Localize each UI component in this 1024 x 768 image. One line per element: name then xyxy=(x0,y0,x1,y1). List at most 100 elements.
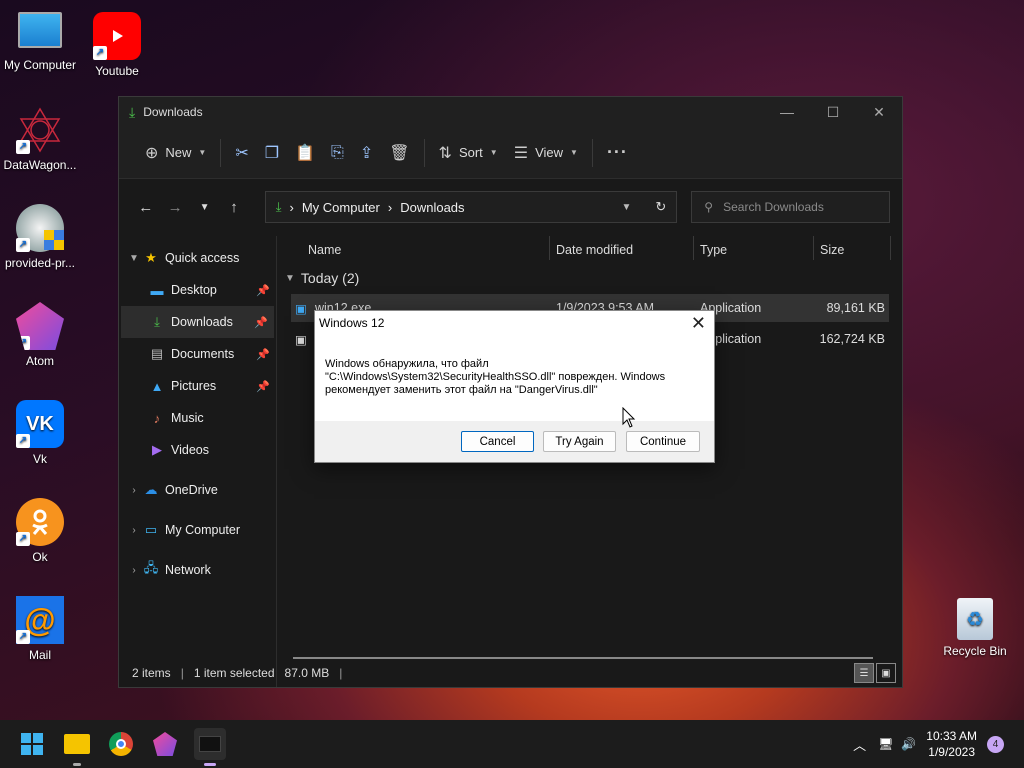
desktop-icon-label: Atom xyxy=(25,354,54,368)
star-icon: ★ xyxy=(145,250,157,265)
chevron-down-icon[interactable]: ▼ xyxy=(621,202,631,213)
sidebar-item-label: Downloads xyxy=(171,315,233,329)
minimize-button[interactable]: — xyxy=(764,97,810,127)
back-button[interactable]: ← xyxy=(131,199,160,216)
desktop-icon-recycle-bin[interactable]: ♻ Recycle Bin xyxy=(935,598,1015,658)
continue-button[interactable]: Continue xyxy=(626,431,700,452)
divider[interactable] xyxy=(813,236,814,260)
taskbar-chrome[interactable] xyxy=(105,728,137,760)
more-options-button[interactable]: ··· xyxy=(599,137,636,169)
copy-button[interactable]: ❐ xyxy=(257,137,287,169)
taskbar-terminal[interactable] xyxy=(194,728,226,766)
sidebar-item-label: Documents xyxy=(171,347,235,361)
address-bar[interactable]: ⤓ › My Computer › Downloads ▼ ↻ xyxy=(264,191,678,223)
tiles-view-button[interactable]: ▣ xyxy=(876,663,896,683)
atom-icon: ↗ xyxy=(16,302,64,350)
clock-date: 1/9/2023 xyxy=(928,745,975,759)
share-button[interactable]: ⇪ xyxy=(352,137,381,169)
desktop-icon-datawagon[interactable]: ↗ DataWagon... xyxy=(0,106,80,172)
chevron-down-icon: ▼ xyxy=(570,148,578,157)
sort-button[interactable]: ⇅ Sort ▼ xyxy=(431,137,506,169)
sidebar-item-my-computer[interactable]: › ▭ My Computer xyxy=(119,514,276,546)
picture-icon: ▲ xyxy=(150,378,164,394)
desktop-icon-provided[interactable]: ↗ provided-pr... xyxy=(0,204,80,270)
network-icon[interactable]: 🖥 xyxy=(878,737,893,751)
taskbar-file-explorer[interactable] xyxy=(61,728,93,766)
divider[interactable] xyxy=(549,236,550,260)
details-view-button[interactable]: ☰ xyxy=(854,663,874,683)
notification-badge[interactable]: 4 xyxy=(987,735,1004,753)
group-header[interactable]: ▼ Today (2) xyxy=(285,270,359,286)
sidebar-item-downloads[interactable]: ⤓ Downloads 📌 xyxy=(121,306,274,338)
dialog-title: Windows 12 xyxy=(319,316,385,330)
sidebar-item-videos[interactable]: ▶ Videos xyxy=(119,434,276,466)
command-bar: ⊕ New ▼ ✂ ❐ 📋 ⎘ ⇪ 🗑 ⇅ Sort ▼ ☰ View ▼ ··… xyxy=(119,127,902,179)
chevron-down-icon: ▼ xyxy=(285,272,295,284)
desktop-icon-my-computer[interactable]: My Computer xyxy=(0,10,80,72)
maximize-button[interactable]: ☐ xyxy=(810,97,856,127)
sort-icon: ⇅ xyxy=(438,144,452,162)
search-input[interactable]: ⚲ Search Downloads xyxy=(691,191,890,223)
atom-icon xyxy=(153,732,177,756)
dialog-footer: Cancel Try Again Continue xyxy=(315,421,714,462)
delete-button[interactable]: 🗑 xyxy=(381,137,417,169)
chevron-up-icon[interactable]: ︿ xyxy=(853,735,866,754)
sidebar-item-label: Network xyxy=(165,563,211,577)
desktop-icon-label: Ok xyxy=(32,550,48,564)
forward-button[interactable]: → xyxy=(160,199,189,216)
chevron-right-icon[interactable]: › xyxy=(125,565,143,576)
close-icon[interactable]: ✕ xyxy=(691,313,706,334)
chevron-right-icon[interactable]: › xyxy=(125,485,143,496)
volume-icon[interactable]: 🔊 xyxy=(901,737,916,751)
video-icon: ▶ xyxy=(152,442,162,457)
divider[interactable] xyxy=(890,236,891,260)
sidebar-item-onedrive[interactable]: › ☁ OneDrive xyxy=(119,474,276,506)
column-date-modified[interactable]: Date modified xyxy=(556,243,633,257)
desktop-icon-atom[interactable]: ↗ Atom xyxy=(0,302,80,368)
taskbar-atom[interactable] xyxy=(149,728,181,760)
desktop-icon-youtube[interactable]: ↗ Youtube xyxy=(77,12,157,78)
sidebar-item-desktop[interactable]: ▬ Desktop 📌 xyxy=(119,274,276,306)
new-button[interactable]: ⊕ New ▼ xyxy=(137,137,214,169)
cancel-button[interactable]: Cancel xyxy=(461,431,534,452)
paste-button[interactable]: 📋 xyxy=(287,137,323,169)
status-item-count: 2 items xyxy=(132,666,171,680)
chevron-down-icon[interactable]: ▼ xyxy=(125,253,143,264)
sidebar-item-quick-access[interactable]: ▼ ★ Quick access xyxy=(119,242,276,274)
rename-button[interactable]: ⎘ xyxy=(323,137,352,169)
title-bar[interactable]: ⤓ Downloads — ☐ ✕ xyxy=(119,97,902,127)
share-icon: ⇪ xyxy=(359,144,374,162)
sidebar-item-network[interactable]: › 🖧 Network xyxy=(119,554,276,586)
sidebar-item-label: Desktop xyxy=(171,283,217,297)
sidebar-item-label: Videos xyxy=(171,443,209,457)
column-size[interactable]: Size xyxy=(820,243,844,257)
monitor-icon: ▭ xyxy=(144,522,158,537)
view-button[interactable]: ☰ View ▼ xyxy=(506,137,586,169)
up-button[interactable]: ↑ xyxy=(219,199,248,216)
desktop-icon-label: My Computer xyxy=(3,58,77,72)
chevron-right-icon: › xyxy=(387,199,393,215)
sidebar-item-music[interactable]: ♪ Music xyxy=(119,402,276,434)
taskbar: ︿ 🖥 🔊 10:33 AM 1/9/2023 4 xyxy=(0,720,1024,768)
sidebar-item-pictures[interactable]: ▲ Pictures 📌 xyxy=(119,370,276,402)
start-button[interactable] xyxy=(16,728,48,760)
refresh-icon[interactable]: ↻ xyxy=(655,199,666,215)
clock[interactable]: 10:33 AM 1/9/2023 xyxy=(926,728,977,760)
recent-locations-button[interactable]: ▼ xyxy=(190,202,219,213)
sidebar-item-label: Pictures xyxy=(171,379,217,393)
breadcrumb-my-computer[interactable]: My Computer xyxy=(302,200,380,215)
windows-logo-icon xyxy=(21,733,43,755)
cut-button[interactable]: ✂ xyxy=(227,137,256,169)
divider[interactable] xyxy=(693,236,694,260)
sidebar-item-documents[interactable]: ▤ Documents 📌 xyxy=(119,338,276,370)
close-button[interactable]: ✕ xyxy=(856,97,902,127)
try-again-button[interactable]: Try Again xyxy=(543,431,616,452)
breadcrumb-downloads[interactable]: Downloads xyxy=(400,200,464,215)
chevron-right-icon[interactable]: › xyxy=(125,525,143,536)
address-bar-row: ← → ▼ ↑ ⤓ › My Computer › Downloads ▼ ↻ … xyxy=(119,179,902,235)
desktop-icon-vk[interactable]: VK ↗ Vk xyxy=(0,400,80,466)
column-type[interactable]: Type xyxy=(700,243,727,257)
desktop-icon-mail[interactable]: @ ↗ Mail xyxy=(0,596,80,662)
desktop-icon-ok[interactable]: ↗ Ok xyxy=(0,498,80,564)
column-name[interactable]: Name xyxy=(308,243,341,257)
